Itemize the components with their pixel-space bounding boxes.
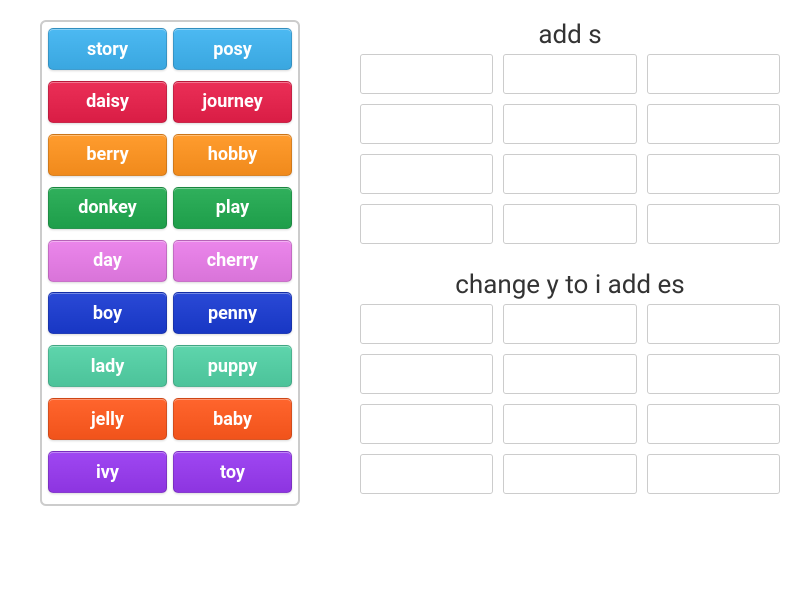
drop-slot[interactable] — [360, 54, 493, 94]
drop-slot[interactable] — [360, 304, 493, 344]
word-tile[interactable]: puppy — [173, 345, 292, 387]
drop-slot[interactable] — [503, 54, 636, 94]
drop-slot[interactable] — [647, 104, 780, 144]
group-title: change y to i add es — [360, 270, 780, 300]
word-tile[interactable]: journey — [173, 81, 292, 123]
word-tile[interactable]: boy — [48, 292, 167, 334]
word-tile[interactable]: penny — [173, 292, 292, 334]
drop-slot[interactable] — [360, 404, 493, 444]
slot-grid — [360, 54, 780, 244]
drop-slot[interactable] — [647, 454, 780, 494]
drop-slot[interactable] — [360, 354, 493, 394]
game-container: storyposydaisyjourneyberryhobbydonkeypla… — [0, 0, 800, 526]
word-tile[interactable]: baby — [173, 398, 292, 440]
drop-slot[interactable] — [647, 154, 780, 194]
word-tile[interactable]: story — [48, 28, 167, 70]
sort-group: add s — [360, 20, 780, 244]
drop-slot[interactable] — [647, 404, 780, 444]
drop-slot[interactable] — [647, 204, 780, 244]
group-title: add s — [360, 20, 780, 50]
drop-slot[interactable] — [647, 354, 780, 394]
drop-slot[interactable] — [647, 304, 780, 344]
drop-slot[interactable] — [360, 154, 493, 194]
drop-zones-panel: add s change y to i add es — [360, 20, 780, 506]
word-tile[interactable]: berry — [48, 134, 167, 176]
word-panel: storyposydaisyjourneyberryhobbydonkeypla… — [40, 20, 300, 506]
drop-slot[interactable] — [503, 204, 636, 244]
word-tile[interactable]: donkey — [48, 187, 167, 229]
drop-slot[interactable] — [503, 104, 636, 144]
word-tile[interactable]: jelly — [48, 398, 167, 440]
drop-slot[interactable] — [647, 54, 780, 94]
word-tile[interactable]: toy — [173, 451, 292, 493]
drop-slot[interactable] — [360, 454, 493, 494]
word-tile[interactable]: cherry — [173, 240, 292, 282]
drop-slot[interactable] — [503, 154, 636, 194]
sort-group: change y to i add es — [360, 270, 780, 494]
word-tile[interactable]: day — [48, 240, 167, 282]
word-tile[interactable]: posy — [173, 28, 292, 70]
drop-slot[interactable] — [503, 304, 636, 344]
word-tile[interactable]: lady — [48, 345, 167, 387]
word-tile[interactable]: hobby — [173, 134, 292, 176]
word-tile[interactable]: daisy — [48, 81, 167, 123]
drop-slot[interactable] — [503, 454, 636, 494]
drop-slot[interactable] — [503, 354, 636, 394]
drop-slot[interactable] — [503, 404, 636, 444]
drop-slot[interactable] — [360, 104, 493, 144]
word-tile[interactable]: play — [173, 187, 292, 229]
drop-slot[interactable] — [360, 204, 493, 244]
slot-grid — [360, 304, 780, 494]
word-tile[interactable]: ivy — [48, 451, 167, 493]
